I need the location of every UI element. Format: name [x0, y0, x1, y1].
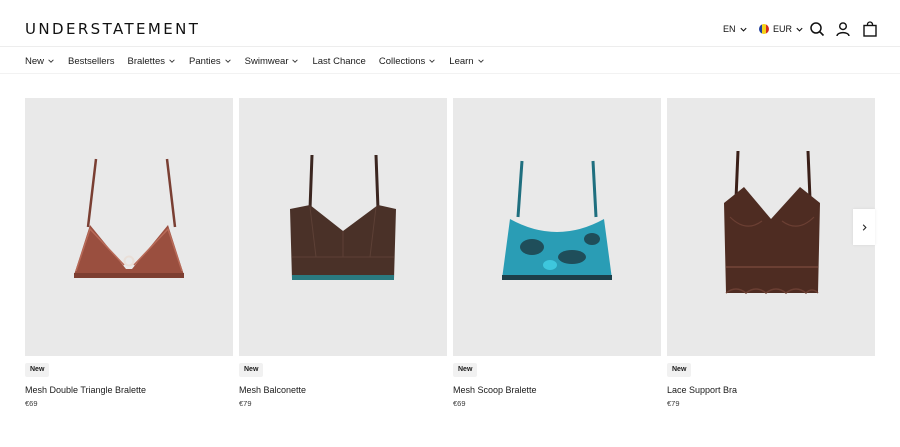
cart-icon[interactable]: [862, 21, 878, 37]
scoop-bralette-image: [502, 160, 612, 280]
language-label: EN: [723, 24, 736, 34]
product-card[interactable]: New Mesh Scoop Bralette €69: [453, 98, 661, 418]
nav-item-label: Collections: [378, 55, 426, 67]
nav-item-label: Last Chance: [312, 55, 366, 67]
site-header: UNDERSTATEMENT EN EUR: [0, 0, 900, 46]
product-carousel: New Mesh Double Triangle Bralette €69 Ne…: [25, 98, 877, 418]
nav-item-panties[interactable]: Panties: [189, 55, 232, 68]
nav-item-label: New: [25, 55, 45, 67]
chevron-down-icon: [224, 59, 231, 63]
product-name[interactable]: Mesh Double Triangle Bralette: [25, 384, 146, 396]
chevron-down-icon: [292, 59, 299, 63]
product-image[interactable]: [667, 98, 875, 356]
nav-divider: [0, 73, 900, 74]
chevron-down-icon: [796, 27, 803, 32]
nav-item-swimwear[interactable]: Swimwear: [245, 55, 300, 68]
chevron-down-icon: [429, 59, 436, 63]
nav-item-label: Bralettes: [127, 55, 165, 67]
header-divider: [0, 46, 900, 47]
main-navigation: New Bestsellers Bralettes Panties Swimwe…: [25, 54, 498, 68]
nav-item-collections[interactable]: Collections: [379, 55, 436, 68]
nav-item-new[interactable]: New: [25, 55, 55, 68]
balconette-image: [290, 154, 396, 280]
nav-item-learn[interactable]: Learn: [449, 55, 484, 68]
product-name[interactable]: Lace Support Bra: [667, 384, 737, 396]
account-icon[interactable]: [835, 21, 851, 37]
product-image[interactable]: [453, 98, 661, 356]
nav-item-last-chance[interactable]: Last Chance: [312, 55, 365, 68]
nav-item-label: Panties: [188, 55, 221, 67]
romania-flag-icon: [759, 24, 769, 34]
product-price: €79: [667, 399, 680, 408]
currency-label: EUR: [773, 24, 793, 34]
language-selector[interactable]: EN: [723, 22, 748, 36]
chevron-down-icon: [477, 59, 484, 63]
product-price: €69: [25, 399, 38, 408]
product-image[interactable]: [25, 98, 233, 356]
currency-selector[interactable]: EUR: [759, 22, 804, 36]
flag-stripe-red: [765, 24, 769, 34]
nav-item-bralettes[interactable]: Bralettes: [127, 55, 176, 68]
chevron-right-icon: [862, 223, 867, 231]
new-badge: New: [239, 363, 264, 377]
new-badge: New: [667, 363, 692, 377]
carousel-next-button[interactable]: [853, 209, 875, 245]
product-card[interactable]: New Mesh Double Triangle Bralette €69: [25, 98, 233, 418]
product-card[interactable]: New Lace Support Bra €79: [667, 98, 875, 418]
bralette-image: [74, 158, 184, 278]
new-badge: New: [453, 363, 478, 377]
chevron-down-icon: [739, 27, 747, 32]
nav-item-label: Swimwear: [244, 55, 289, 67]
nav-item-bestsellers[interactable]: Bestsellers: [68, 55, 114, 68]
chevron-down-icon: [169, 59, 175, 63]
search-icon[interactable]: [809, 21, 825, 37]
nav-item-label: Learn: [449, 55, 474, 67]
site-logo[interactable]: UNDERSTATEMENT: [25, 20, 200, 38]
product-image[interactable]: [239, 98, 447, 356]
nav-item-label: Bestsellers: [68, 55, 115, 67]
product-price: €69: [453, 399, 466, 408]
new-badge: New: [25, 363, 50, 377]
product-card[interactable]: New Mesh Balconette €79: [239, 98, 447, 418]
product-price: €79: [239, 399, 252, 408]
product-name[interactable]: Mesh Balconette: [239, 384, 306, 396]
lace-bra-image: [724, 150, 820, 295]
chevron-down-icon: [48, 59, 54, 63]
product-name[interactable]: Mesh Scoop Bralette: [453, 384, 537, 396]
